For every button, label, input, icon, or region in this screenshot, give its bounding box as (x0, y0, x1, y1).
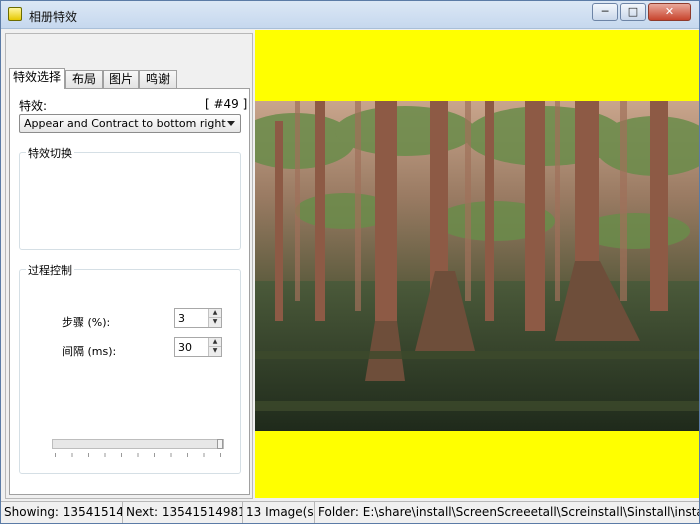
tab-effect-select[interactable]: 特效选择 (9, 68, 65, 89)
effect-dropdown[interactable]: Appear and Contract to bottom right (19, 114, 241, 133)
status-bar: Showing: 135415148 Next: 135415149810 13… (1, 501, 699, 523)
step-spinner-buttons: ▲ ▼ (208, 309, 221, 327)
title-bar[interactable]: 相册特效 ─ □ ✕ (1, 1, 699, 29)
spinner-down-icon[interactable]: ▼ (208, 318, 221, 327)
status-folder: Folder: E:\share\install\ScreenScreeetal… (318, 505, 699, 519)
effect-switch-group: 特效切换 (19, 145, 241, 250)
interval-value[interactable]: 30 (178, 341, 192, 354)
close-button[interactable]: ✕ (648, 3, 691, 21)
tab-images[interactable]: 图片 (103, 70, 139, 88)
interval-label: 间隔 (ms): (62, 345, 117, 358)
step-label: 步骤 (%): (62, 316, 111, 329)
step-value[interactable]: 3 (178, 312, 185, 325)
effect-switch-group-title: 特效切换 (26, 145, 74, 161)
preview-area (255, 30, 699, 498)
slider-thumb[interactable] (217, 439, 223, 449)
status-image-count: 13 Image(s) (243, 502, 315, 523)
app-icon (8, 7, 22, 21)
maximize-button[interactable]: □ (620, 3, 646, 21)
effect-number: [ #49 ] (205, 97, 248, 111)
process-control-group-title: 过程控制 (26, 262, 74, 278)
step-spinner[interactable]: 3 ▲ ▼ (174, 308, 222, 328)
preview-photo (255, 101, 699, 431)
minimize-button[interactable]: ─ (592, 3, 618, 21)
interval-spinner-buttons: ▲ ▼ (208, 338, 221, 356)
status-next: Next: 135415149810 (123, 502, 243, 523)
spinner-up-icon[interactable]: ▲ (208, 309, 221, 318)
slider-ticks (55, 453, 221, 457)
status-showing: Showing: 135415148 (1, 502, 123, 523)
chevron-down-icon[interactable] (227, 121, 235, 126)
interval-spinner[interactable]: 30 ▲ ▼ (174, 337, 222, 357)
tab-credits[interactable]: 鸣谢 (139, 70, 177, 88)
window-title: 相册特效 (29, 10, 78, 24)
effect-label: 特效: (19, 99, 48, 113)
cypress-swamp-image (255, 101, 699, 431)
spinner-up-icon[interactable]: ▲ (208, 338, 221, 347)
spinner-down-icon[interactable]: ▼ (208, 347, 221, 356)
app-window: 相册特效 ─ □ ✕ 特效选择 布局 图片 鸣谢 特效: [ #49 ] App… (0, 0, 700, 524)
progress-slider[interactable] (52, 439, 224, 449)
tab-layout[interactable]: 布局 (65, 70, 103, 88)
effect-dropdown-value: Appear and Contract to bottom right (24, 117, 226, 130)
